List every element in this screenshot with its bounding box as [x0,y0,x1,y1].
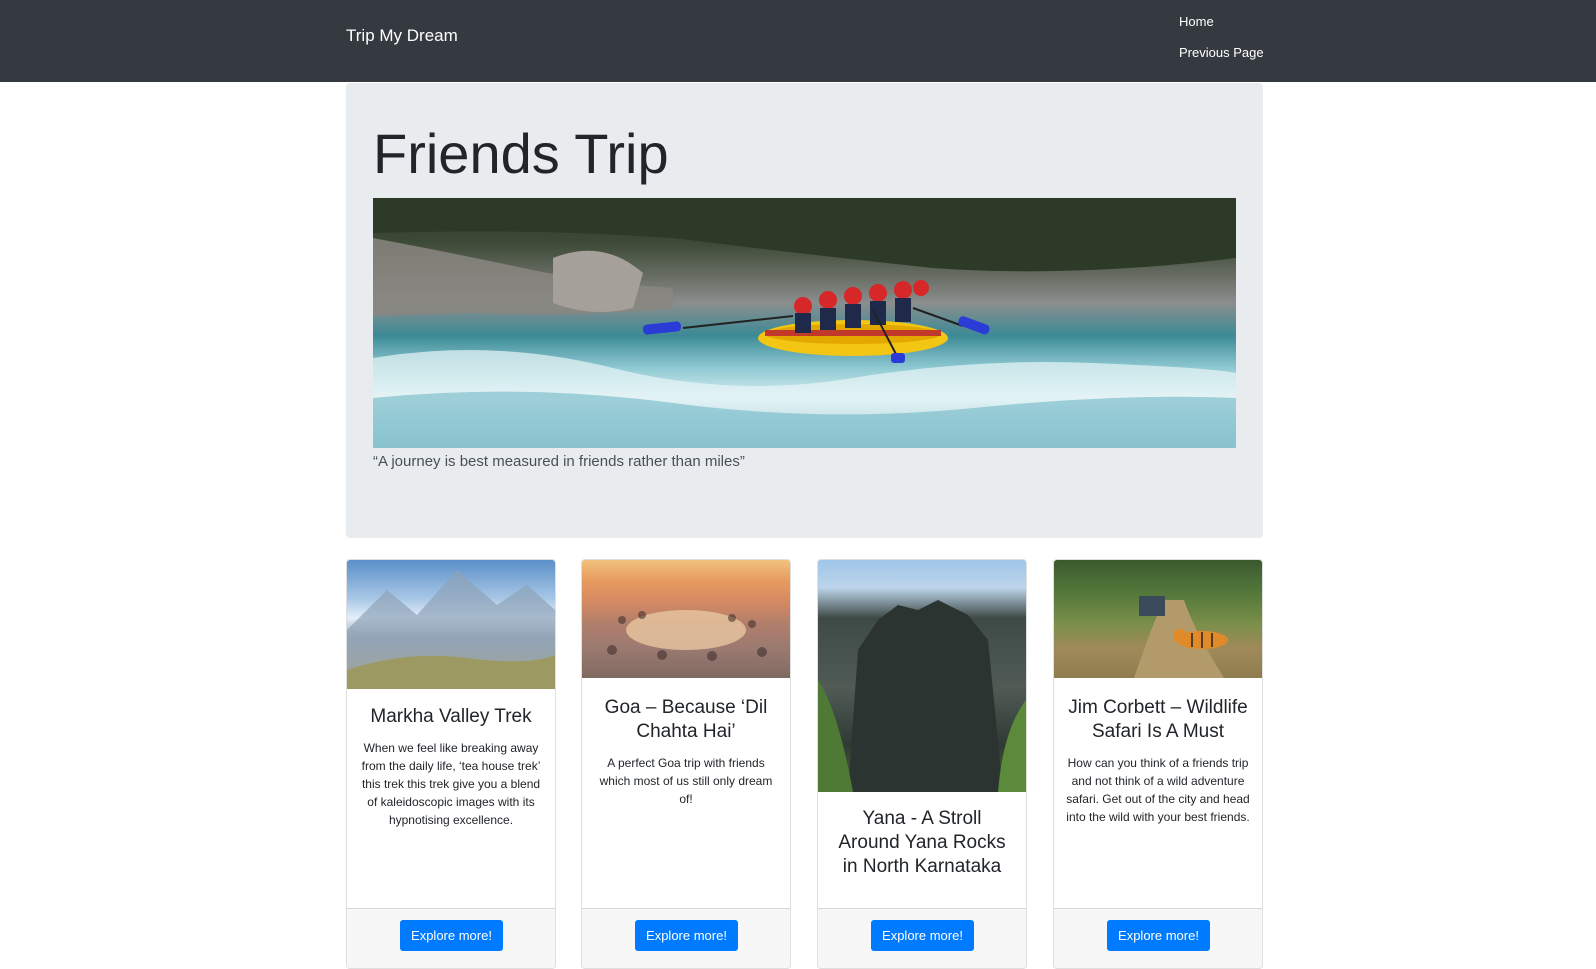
nav-link-home[interactable]: Home [1179,14,1214,29]
page-title: Friends Trip [373,122,669,185]
navbar: Trip My Dream Home Previous Page [0,0,1596,82]
card-title: Markha Valley Trek [370,706,532,727]
nav-link-previous-page[interactable]: Previous Page [1179,45,1264,60]
card-title: Yana - A Stroll Around Yana Rocks in Nor… [838,808,1006,877]
card-yana: Yana - A Stroll Around Yana Rocks in Nor… [817,559,1027,969]
card-markha-valley: Markha Valley Trek When we feel like bre… [346,559,556,969]
card-footer: Explore more! [582,908,790,968]
card-goa: Goa – Because ‘Dil Chahta Hai’ A perfect… [581,559,791,969]
card-text: When we feel like breaking away from the… [361,741,541,827]
hero-quote: “A journey is best measured in friends r… [373,453,745,470]
explore-more-button[interactable]: Explore more! [871,920,974,951]
beach-illustration [607,610,767,661]
card-image-tiger [1054,560,1262,678]
card-body: Jim Corbett – Wildlife Safari Is A Must … [1054,696,1262,826]
card-footer: Explore more! [818,908,1026,968]
rafting-illustration [373,198,1236,448]
card-title: Jim Corbett – Wildlife Safari Is A Must [1068,697,1248,742]
card-title: Goa – Because ‘Dil Chahta Hai’ [604,697,768,742]
card-image-mountains [347,560,555,689]
explore-more-button[interactable]: Explore more! [400,920,503,951]
hero-jumbotron: Friends Trip “A journey is best measured… [346,83,1263,538]
card-image-rocks [818,560,1026,792]
card-body: Yana - A Stroll Around Yana Rocks in Nor… [818,807,1026,889]
rocks-illustration [818,600,1026,792]
card-body: Markha Valley Trek When we feel like bre… [347,705,555,829]
card-text: A perfect Goa trip with friends which mo… [599,756,773,806]
card-footer: Explore more! [1054,908,1262,968]
card-body: Goa – Because ‘Dil Chahta Hai’ A perfect… [582,696,790,808]
card-jim-corbett: Jim Corbett – Wildlife Safari Is A Must … [1053,559,1263,969]
card-footer: Explore more! [347,908,555,968]
card-image-beach [582,560,790,678]
card-text: How can you think of a friends trip and … [1066,756,1250,824]
safari-illustration [1134,596,1228,678]
explore-more-button[interactable]: Explore more! [1107,920,1210,951]
mountain-illustration [347,570,555,689]
brand-link[interactable]: Trip My Dream [346,26,458,46]
hero-image [373,198,1236,448]
explore-more-button[interactable]: Explore more! [635,920,738,951]
